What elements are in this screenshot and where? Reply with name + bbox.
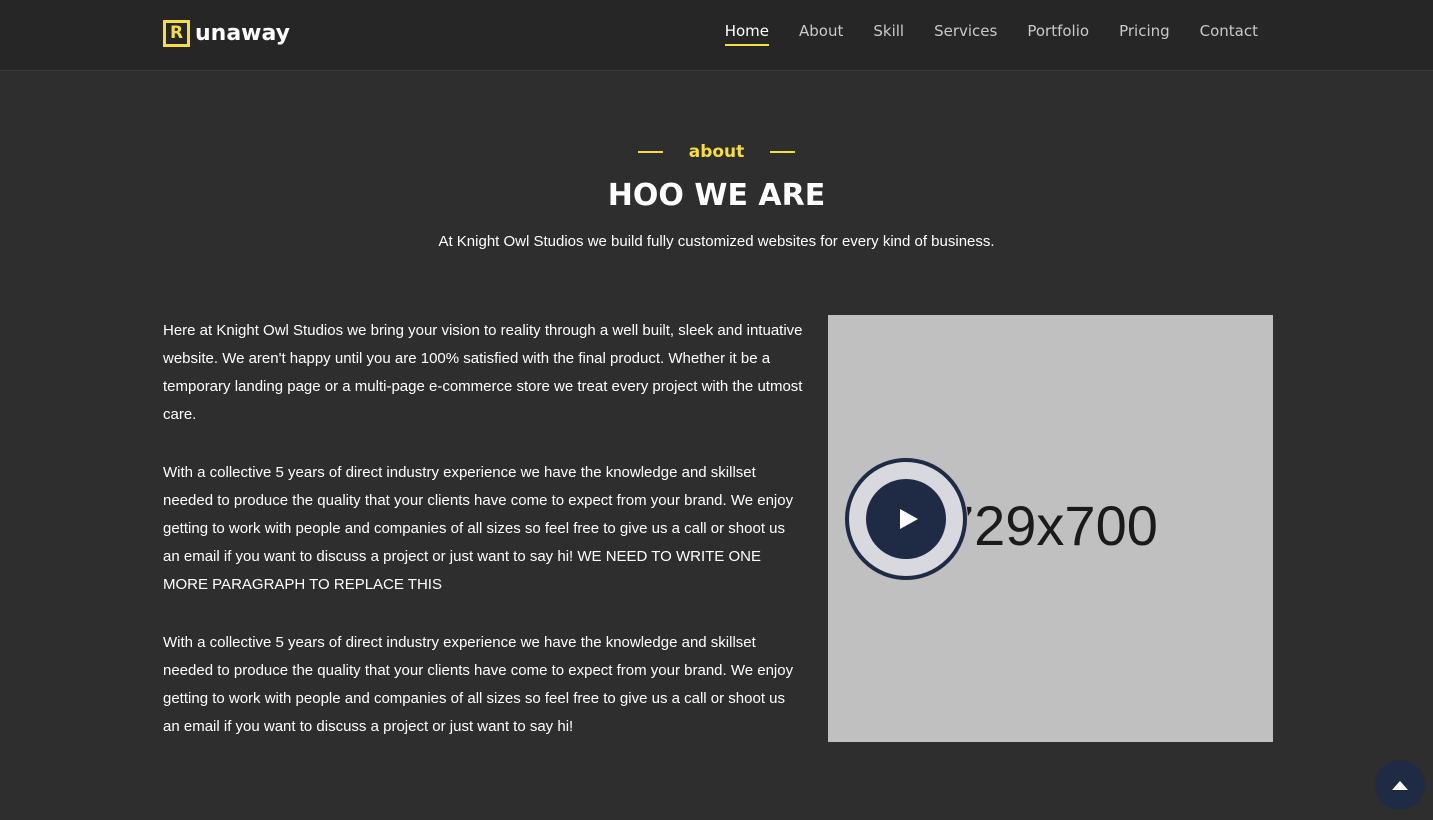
- brand-mark-letter: R: [169, 23, 184, 43]
- play-core: [866, 479, 946, 559]
- tag-line-left: [637, 151, 663, 153]
- nav-item-portfolio[interactable]: Portfolio: [1027, 22, 1089, 46]
- about-paragraph-1: Here at Knight Owl Studios we bring your…: [163, 322, 803, 423]
- nav-item-contact[interactable]: Contact: [1200, 22, 1258, 46]
- placeholder-size-label: 729x700: [943, 494, 1158, 557]
- nav-item-home[interactable]: Home: [724, 22, 770, 46]
- play-button[interactable]: [844, 457, 968, 581]
- section-tag: about: [0, 142, 1433, 162]
- brand-name: unaway: [195, 21, 291, 46]
- nav-item-services[interactable]: Services: [934, 22, 997, 46]
- back-to-top-button[interactable]: [1375, 760, 1425, 810]
- about-text: Here at Knight Owl Studios we bring your…: [163, 317, 803, 771]
- play-ring: [845, 458, 967, 580]
- section-title: HOO WE ARE: [607, 178, 826, 213]
- tag-line-right: [770, 151, 796, 153]
- arrow-up-icon: [1392, 780, 1408, 790]
- nav-menu: Home About Skill Services Portfolio Pric…: [724, 22, 1258, 46]
- nav-item-skill[interactable]: Skill: [873, 22, 904, 46]
- nav-item-about[interactable]: About: [799, 22, 843, 46]
- about-paragraph-2: With a collective 5 years of direct indu…: [163, 464, 794, 593]
- section-tag-label: about: [688, 142, 745, 162]
- brand-logo[interactable]: R unaway: [163, 20, 290, 47]
- nav-item-pricing[interactable]: Pricing: [1119, 22, 1170, 46]
- section-subtitle: At Knight Owl Studios we build fully cus…: [438, 233, 995, 250]
- navbar: R unaway Home About Skill Services Portf…: [0, 0, 1433, 71]
- about-paragraph-3: With a collective 5 years of direct indu…: [163, 634, 794, 735]
- play-icon: [899, 509, 918, 529]
- brand-mark-icon: R: [163, 20, 190, 47]
- video-thumbnail: 729x700: [828, 315, 1273, 742]
